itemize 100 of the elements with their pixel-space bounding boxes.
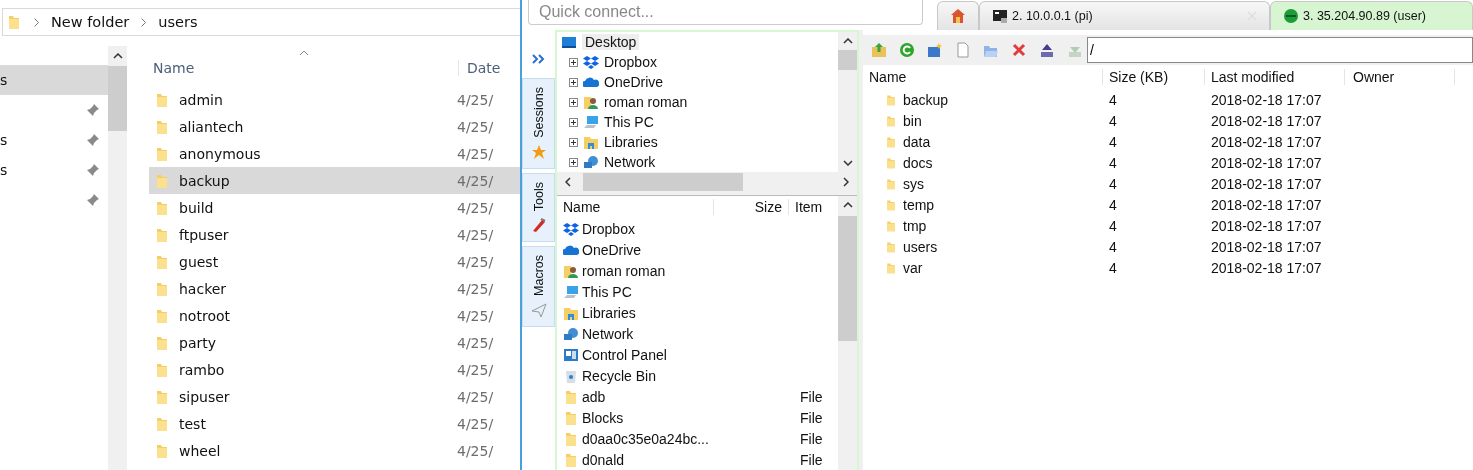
- file-icon[interactable]: [955, 42, 971, 58]
- column-header[interactable]: Name: [863, 69, 1103, 85]
- remote-file-row[interactable]: users 4 2018-02-18 17:07: [863, 236, 1473, 257]
- refresh-icon[interactable]: [899, 42, 915, 58]
- local-file-row[interactable]: d0aa0c35e0a24bc... File: [557, 428, 838, 449]
- tree-item[interactable]: Desktop: [561, 32, 838, 52]
- scrollbar[interactable]: [108, 46, 127, 470]
- scroll-down-icon[interactable]: [842, 160, 853, 166]
- remote-file-row[interactable]: temp 4 2018-02-18 17:07: [863, 194, 1473, 215]
- quick-connect-field[interactable]: Quick connect...: [528, 0, 923, 25]
- scrollbar[interactable]: [838, 196, 857, 470]
- file-row[interactable]: sipuser 4/25/: [149, 383, 520, 410]
- tree-item[interactable]: Dropbox: [561, 52, 838, 72]
- folder-icon: [154, 280, 170, 297]
- file-size: 4: [1109, 238, 1117, 255]
- tree-item[interactable]: OneDrive: [561, 72, 838, 92]
- remote-file-row[interactable]: sys 4 2018-02-18 17:07: [863, 173, 1473, 194]
- scroll-thumb[interactable]: [583, 172, 743, 191]
- file-row[interactable]: rambo 4/25/: [149, 356, 520, 383]
- delete-icon[interactable]: [1011, 42, 1027, 58]
- expander-icon[interactable]: [569, 137, 578, 147]
- nav-item[interactable]: s: [0, 155, 108, 185]
- up-folder-icon[interactable]: [871, 42, 887, 58]
- column-header[interactable]: Size (KB): [1103, 69, 1205, 85]
- new-folder-icon[interactable]: [927, 42, 943, 58]
- file-size: 4: [1109, 112, 1117, 129]
- local-file-row[interactable]: Libraries: [557, 302, 838, 323]
- file-row[interactable]: backup 4/25/: [149, 167, 520, 194]
- scrollbar[interactable]: [838, 32, 857, 172]
- file-row[interactable]: party 4/25/: [149, 329, 520, 356]
- scroll-up-icon[interactable]: [842, 202, 853, 208]
- remote-file-row[interactable]: var 4 2018-02-18 17:07: [863, 257, 1473, 278]
- expander-icon[interactable]: [569, 157, 578, 167]
- file-date: 4/25/: [457, 361, 494, 378]
- tree-item[interactable]: roman roman: [561, 92, 838, 112]
- file-row[interactable]: notroot 4/25/: [149, 302, 520, 329]
- local-file-row[interactable]: Dropbox: [557, 218, 838, 239]
- file-name: build: [178, 199, 215, 216]
- session-tab[interactable]: 2. 10.0.0.1 (pi): [979, 1, 1270, 30]
- expander-icon[interactable]: [569, 117, 578, 127]
- local-file-row[interactable]: Control Panel: [557, 344, 838, 365]
- file-row[interactable]: ftpuser 4/25/: [149, 221, 520, 248]
- file-row[interactable]: test 4/25/: [149, 410, 520, 437]
- address-bar[interactable]: New folder users: [2, 8, 520, 36]
- remote-file-row[interactable]: backup 4 2018-02-18 17:07: [863, 89, 1473, 110]
- expand-icon[interactable]: [531, 54, 546, 64]
- expander-icon[interactable]: [569, 97, 578, 107]
- scroll-thumb[interactable]: [838, 50, 857, 70]
- side-tab[interactable]: Sessions: [522, 78, 555, 169]
- expander-icon[interactable]: [569, 57, 578, 67]
- file-date: 4/25/: [457, 118, 494, 135]
- breadcrumb-item[interactable]: New folder: [51, 14, 130, 30]
- file-name: sys: [903, 175, 924, 192]
- scroll-thumb[interactable]: [108, 66, 127, 131]
- column-header[interactable]: Size: [714, 199, 789, 215]
- tree-item[interactable]: This PC: [561, 112, 838, 132]
- side-tab[interactable]: Macros: [522, 245, 555, 327]
- local-file-row[interactable]: This PC: [557, 281, 838, 302]
- nav-item[interactable]: s: [0, 125, 108, 155]
- file-row[interactable]: aliantech 4/25/: [149, 113, 520, 140]
- breadcrumb-item[interactable]: users: [158, 14, 198, 30]
- file-date: 4/25/: [457, 334, 494, 351]
- scroll-thumb[interactable]: [838, 216, 857, 341]
- remote-file-row[interactable]: tmp 4 2018-02-18 17:07: [863, 215, 1473, 236]
- file-row[interactable]: anonymous 4/25/: [149, 140, 520, 167]
- remote-file-row[interactable]: docs 4 2018-02-18 17:07: [863, 152, 1473, 173]
- file-row[interactable]: hacker 4/25/: [149, 275, 520, 302]
- column-header[interactable]: Date: [458, 60, 501, 76]
- upload-icon[interactable]: [1039, 42, 1055, 58]
- local-file-row[interactable]: d0nald File: [557, 449, 838, 470]
- local-file-row[interactable]: Blocks File: [557, 407, 838, 428]
- local-file-row[interactable]: Network: [557, 323, 838, 344]
- scroll-right-icon[interactable]: [843, 176, 849, 187]
- scroll-left-icon[interactable]: [565, 176, 571, 187]
- session-tab[interactable]: [937, 1, 979, 30]
- path-field[interactable]: /: [1087, 37, 1473, 63]
- file-name: data: [903, 133, 931, 150]
- local-file-row[interactable]: adb File: [557, 386, 838, 407]
- remote-file-row[interactable]: bin 4 2018-02-18 17:07: [863, 110, 1473, 131]
- column-header[interactable]: Name: [557, 199, 714, 215]
- file-row[interactable]: build 4/25/: [149, 194, 520, 221]
- remote-file-row[interactable]: data 4 2018-02-18 17:07: [863, 131, 1473, 152]
- nav-item[interactable]: s: [0, 65, 108, 95]
- tree-item[interactable]: Network: [561, 152, 838, 172]
- file-date: 4/25/: [457, 91, 494, 108]
- session-tab[interactable]: 3. 35.204.90.89 (user): [1270, 1, 1473, 30]
- local-file-row[interactable]: roman roman: [557, 260, 838, 281]
- tree-item[interactable]: Libraries: [561, 132, 838, 152]
- column-header[interactable]: Owner: [1345, 69, 1455, 85]
- local-file-row[interactable]: Recycle Bin: [557, 365, 838, 386]
- scroll-up-icon[interactable]: [842, 38, 853, 44]
- file-row[interactable]: wheel 4/25/: [149, 437, 520, 464]
- column-header[interactable]: Name: [149, 60, 458, 76]
- file-row[interactable]: guest 4/25/: [149, 248, 520, 275]
- side-tab[interactable]: Tools: [522, 172, 555, 242]
- column-header[interactable]: Last modified: [1205, 69, 1345, 85]
- local-file-row[interactable]: OneDrive: [557, 239, 838, 260]
- column-header[interactable]: Item: [789, 199, 823, 215]
- file-row[interactable]: admin 4/25/: [149, 86, 520, 113]
- expander-icon[interactable]: [569, 77, 578, 87]
